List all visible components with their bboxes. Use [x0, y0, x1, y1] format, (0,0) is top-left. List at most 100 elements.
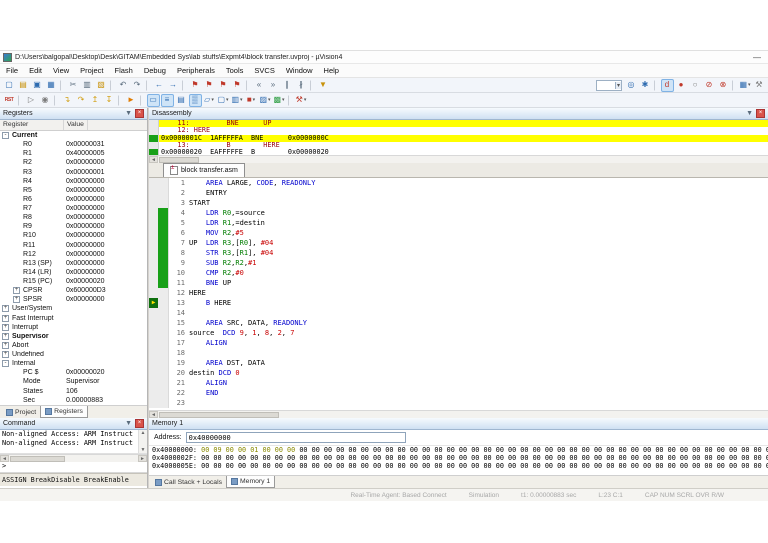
- tree-expander-icon[interactable]: +: [2, 351, 9, 358]
- register-row[interactable]: Mode Supervisor: [0, 377, 147, 386]
- tree-expander-icon[interactable]: +: [13, 296, 20, 303]
- tree-expander-icon[interactable]: [13, 397, 20, 404]
- open-file-icon[interactable]: ▤: [17, 79, 30, 92]
- tree-expander-icon[interactable]: [13, 242, 20, 249]
- editor-tab[interactable]: block transfer.asm: [163, 163, 245, 177]
- run-icon[interactable]: ▷: [25, 94, 38, 107]
- step-into-icon[interactable]: ↴: [61, 94, 74, 107]
- tree-expander-icon[interactable]: [13, 159, 20, 166]
- register-row[interactable]: +SPSR 0x00000000: [0, 295, 147, 304]
- scroll-left-icon[interactable]: ◄: [0, 455, 9, 462]
- system-viewer-icon[interactable]: ▩: [273, 94, 286, 107]
- registers-window-icon[interactable]: ▒: [189, 94, 202, 107]
- breakpoint-margin[interactable]: [149, 188, 158, 198]
- redo-icon[interactable]: ↷: [131, 79, 144, 92]
- analysis-window-icon[interactable]: ▨: [259, 94, 272, 107]
- indent-icon[interactable]: »: [267, 79, 280, 92]
- scroll-left-icon[interactable]: ◄: [149, 411, 158, 418]
- breakpoint-margin[interactable]: [149, 398, 158, 408]
- navigate-forward-icon[interactable]: →: [167, 79, 180, 92]
- uncomment-icon[interactable]: ∦: [295, 79, 308, 92]
- register-row[interactable]: R15 (PC) 0x00000020: [0, 277, 147, 286]
- register-row[interactable]: R6 0x00000000: [0, 195, 147, 204]
- register-row[interactable]: +Supervisor: [0, 332, 147, 341]
- tree-expander-icon[interactable]: +: [2, 315, 9, 322]
- tree-expander-icon[interactable]: +: [2, 324, 9, 331]
- scroll-thumb[interactable]: [159, 157, 199, 163]
- tree-expander-icon[interactable]: [13, 388, 20, 395]
- configure-icon[interactable]: ⚒: [753, 79, 766, 92]
- command-window-icon[interactable]: ▭: [147, 94, 160, 107]
- tree-expander-icon[interactable]: [13, 150, 20, 157]
- register-row[interactable]: +CPSR 0x600000D3: [0, 286, 147, 295]
- code-line[interactable]: 20 destin DCD 0: [149, 368, 768, 378]
- toolbar-icon[interactable]: [140, 95, 144, 106]
- tree-expander-icon[interactable]: [13, 205, 20, 212]
- editor-hscrollbar[interactable]: ◄: [149, 410, 768, 418]
- register-row[interactable]: +Interrupt: [0, 323, 147, 332]
- close-icon[interactable]: ×: [756, 109, 765, 118]
- register-row[interactable]: PC $ 0x00000020: [0, 368, 147, 377]
- breakpoint-margin[interactable]: [149, 278, 158, 288]
- dock-tab[interactable]: Project: [2, 406, 40, 418]
- start-stop-debug-icon[interactable]: d: [661, 79, 674, 92]
- register-row[interactable]: R7 0x00000000: [0, 204, 147, 213]
- clear-bookmarks-icon[interactable]: ⚑: [231, 79, 244, 92]
- code-line[interactable]: 21 ALIGN: [149, 378, 768, 388]
- save-all-icon[interactable]: ▦: [45, 79, 58, 92]
- breakpoint-margin[interactable]: [149, 248, 158, 258]
- tree-expander-icon[interactable]: +: [2, 342, 9, 349]
- find-in-files-icon[interactable]: ◎: [625, 79, 638, 92]
- register-row[interactable]: -Current: [0, 131, 147, 140]
- register-row[interactable]: R0 0x00000031: [0, 140, 147, 149]
- next-bookmark-icon[interactable]: ⚑: [217, 79, 230, 92]
- disassembly-margin[interactable]: [149, 142, 159, 149]
- breakpoint-margin[interactable]: [149, 298, 158, 308]
- toolbar-icon[interactable]: [118, 95, 122, 106]
- undo-icon[interactable]: ↶: [117, 79, 130, 92]
- auto-hide-pin-icon[interactable]: ▼: [744, 110, 755, 117]
- code-line[interactable]: 18: [149, 348, 768, 358]
- toolbar-icon[interactable]: [182, 80, 186, 91]
- tree-expander-icon[interactable]: [13, 269, 20, 276]
- close-icon[interactable]: ×: [135, 109, 144, 118]
- symbol-window-icon[interactable]: ▤: [175, 94, 188, 107]
- tree-expander-icon[interactable]: +: [13, 287, 20, 294]
- kill-all-breakpoints-icon[interactable]: ⊗: [717, 79, 730, 92]
- helper-icon[interactable]: ✱: [639, 79, 652, 92]
- tree-expander-icon[interactable]: [13, 214, 20, 221]
- breakpoint-margin[interactable]: [149, 178, 158, 188]
- code-area[interactable]: 1 AREA LARGE, CODE, READONLY 2 ENTRY 3 S…: [149, 178, 768, 410]
- menu-item[interactable]: Tools: [226, 66, 244, 75]
- toolbar-icon[interactable]: [60, 80, 64, 91]
- address-input[interactable]: [186, 432, 406, 443]
- disassembly-margin[interactable]: [149, 135, 159, 142]
- register-row[interactable]: Sec 0.00000883: [0, 396, 147, 405]
- register-row[interactable]: R1 0x40000005: [0, 149, 147, 158]
- tree-expander-icon[interactable]: [13, 187, 20, 194]
- code-line[interactable]: 13 B HERE: [149, 298, 768, 308]
- breakpoint-margin[interactable]: [149, 348, 158, 358]
- dock-tab[interactable]: Call Stack + Locals: [151, 476, 226, 488]
- tree-expander-icon[interactable]: +: [2, 305, 9, 312]
- command-input[interactable]: >: [0, 462, 147, 473]
- cut-icon[interactable]: ✂: [67, 79, 80, 92]
- breakpoint-margin[interactable]: [149, 228, 158, 238]
- toolbar-icon[interactable]: [54, 95, 58, 106]
- code-line[interactable]: 7 UP LDR R3,[R0], #04: [149, 238, 768, 248]
- toolbar-icon[interactable]: [654, 80, 658, 91]
- tree-expander-icon[interactable]: [13, 223, 20, 230]
- tree-expander-icon[interactable]: -: [2, 132, 9, 139]
- menu-item[interactable]: Debug: [144, 66, 166, 75]
- dock-tab[interactable]: Memory 1: [226, 476, 275, 488]
- reset-cpu-icon[interactable]: RST: [3, 94, 16, 107]
- breakpoint-margin[interactable]: [149, 378, 158, 388]
- toolbar-icon[interactable]: [110, 80, 114, 91]
- menu-item[interactable]: Window: [286, 66, 313, 75]
- watch-window-icon[interactable]: ▢: [217, 94, 230, 107]
- code-line[interactable]: 9 SUB R2,R2,#1: [149, 258, 768, 268]
- register-row[interactable]: R13 (SP) 0x00000000: [0, 259, 147, 268]
- register-row[interactable]: R14 (LR) 0x00000000: [0, 268, 147, 277]
- tree-expander-icon[interactable]: +: [2, 333, 9, 340]
- dock-tab[interactable]: Registers: [40, 406, 88, 418]
